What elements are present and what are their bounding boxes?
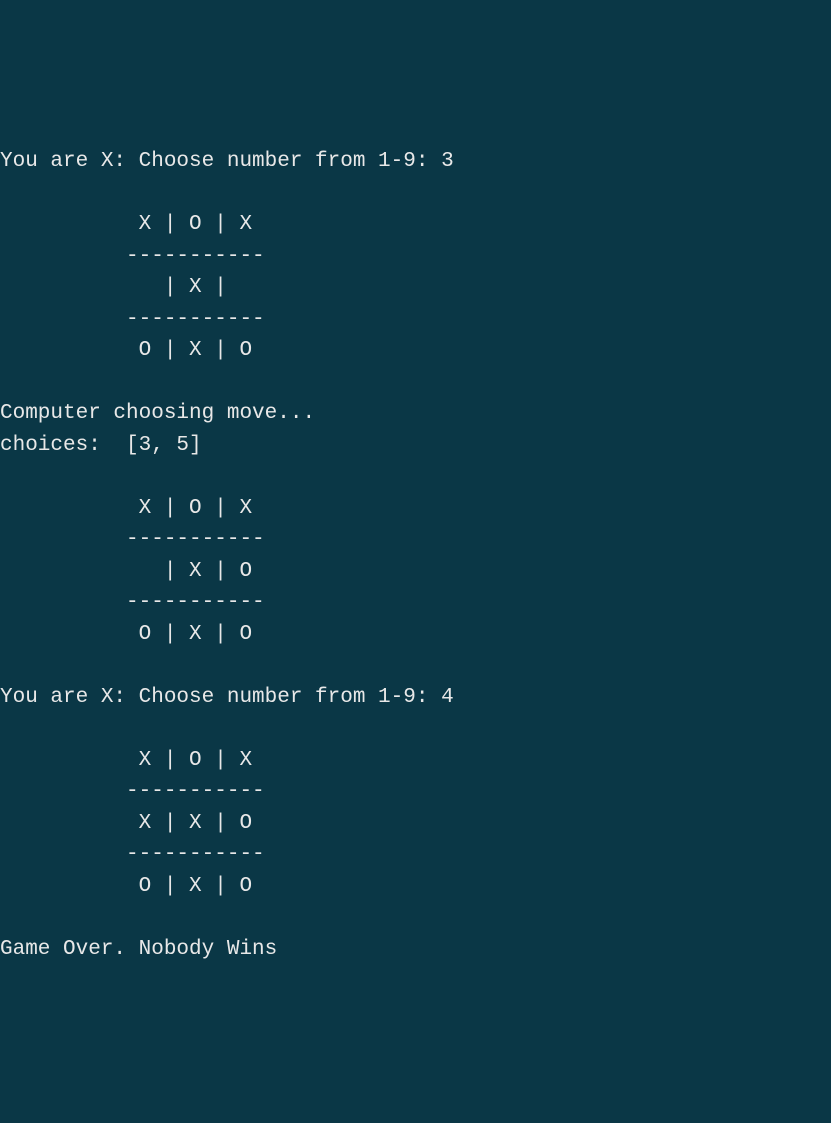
player-prompt-1: You are X: Choose number from 1-9: 3	[0, 150, 454, 173]
board-2-divider-2: -----------	[0, 591, 265, 614]
board-1-row-3: O | X | O	[0, 339, 252, 362]
board-2-row-3: O | X | O	[0, 623, 252, 646]
board-3-row-3: O | X | O	[0, 875, 252, 898]
board-3-row-2: X | X | O	[0, 812, 252, 835]
terminal-output: You are X: Choose number from 1-9: 3 X |…	[0, 146, 831, 965]
board-2-row-2: | X | O	[0, 560, 252, 583]
board-1-divider-2: -----------	[0, 308, 265, 331]
board-1-divider-1: -----------	[0, 245, 265, 268]
board-2-divider-1: -----------	[0, 528, 265, 551]
board-3-divider-2: -----------	[0, 843, 265, 866]
computer-choices: choices: [3, 5]	[0, 434, 202, 457]
board-3-row-1: X | O | X	[0, 749, 252, 772]
board-2-row-1: X | O | X	[0, 497, 252, 520]
board-3-divider-1: -----------	[0, 780, 265, 803]
computer-thinking-message: Computer choosing move...	[0, 402, 315, 425]
board-1-row-1: X | O | X	[0, 213, 252, 236]
game-over-message: Game Over. Nobody Wins	[0, 938, 277, 961]
board-1-row-2: | X |	[0, 276, 227, 299]
player-prompt-2: You are X: Choose number from 1-9: 4	[0, 686, 454, 709]
